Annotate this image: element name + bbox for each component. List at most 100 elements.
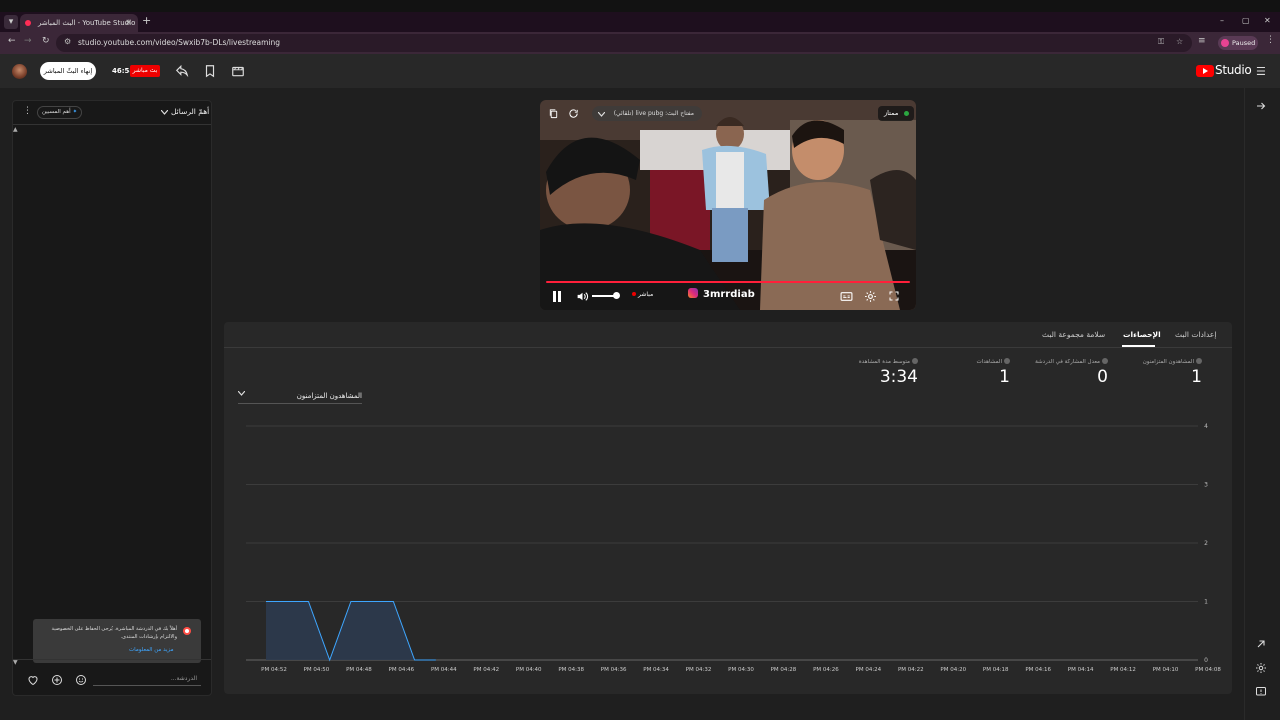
x-tick-label: PM 04:42	[473, 667, 499, 673]
volume-slider-handle[interactable]	[613, 292, 620, 299]
password-key-icon[interactable]: ⚿	[1158, 37, 1164, 47]
share-icon[interactable]	[175, 64, 189, 78]
tab-stream-health[interactable]: سلامة مجموعة البث	[1042, 330, 1105, 339]
stream-preview-player[interactable]: مفتاح البث: live pubg (تلقائي) ممتاز مبا…	[540, 100, 916, 310]
reload-icon[interactable]: ↻	[42, 36, 50, 46]
x-tick-label: PM 04:44	[431, 667, 457, 673]
x-tick-label: PM 04:18	[983, 667, 1009, 673]
metric-label: معدل المشاركة في الدردشة	[1035, 359, 1100, 365]
settings-gear-icon[interactable]	[1255, 662, 1267, 674]
metric-chat-rate: معدل المشاركة في الدردشة 0	[1035, 358, 1108, 387]
stream-key-text: مفتاح البث: live pubg (تلقائي)	[613, 110, 694, 117]
x-tick-label: PM 04:16	[1025, 667, 1051, 673]
analytics-tabs: إعدادات البث الإحصاءات سلامة مجموعة البث	[224, 322, 1232, 348]
clapper-icon[interactable]	[231, 64, 245, 78]
add-circle-icon[interactable]	[51, 674, 63, 686]
captions-icon[interactable]	[840, 290, 853, 303]
feedback-icon[interactable]	[1255, 686, 1267, 698]
pop-out-arrow-icon[interactable]	[1255, 638, 1267, 650]
chevron-down-icon[interactable]	[161, 110, 168, 115]
tab-close-icon[interactable]: ✕	[125, 14, 132, 32]
heart-icon[interactable]	[27, 674, 39, 686]
metric-concurrent-viewers: المشاهدون المتزامنون 1	[1143, 358, 1202, 387]
volume-icon[interactable]	[576, 290, 589, 303]
new-tab-button[interactable]: +	[142, 14, 151, 27]
chat-mode-title[interactable]: أهمّ الرسائل	[171, 107, 209, 116]
learn-more-link[interactable]: مزيد من المعلومات	[129, 647, 174, 653]
menu-hamburger-icon[interactable]: ☰	[1256, 65, 1266, 78]
x-tick-label: PM 04:48	[346, 667, 372, 673]
end-stream-button[interactable]: إنهاء البثّ المباشر	[40, 62, 96, 80]
player-top-bar: مفتاح البث: live pubg (تلقائي) ممتاز	[548, 106, 914, 122]
x-tick-label: PM 04:38	[558, 667, 584, 673]
active-tab-indicator	[1122, 345, 1155, 347]
x-tick-label: PM 04:10	[1153, 667, 1179, 673]
live-indicator: مباشر	[632, 291, 653, 298]
logo-text: Studio	[1215, 63, 1252, 77]
live-chat-panel: ⋮ أهم المسبين ✦ أهمّ الرسائل ▲ أهلاً بك ف…	[12, 100, 212, 696]
tab-search-button[interactable]: ▾	[4, 15, 18, 29]
chat-more-icon[interactable]: ⋮	[23, 106, 32, 116]
metric-avg-watch-time: متوسط مدة المشاهدة 3:34	[859, 358, 918, 387]
y-tick-label: 2	[1204, 540, 1208, 547]
site-info-icon[interactable]: ⚙	[64, 37, 71, 46]
metric-value: 3:34	[879, 367, 918, 387]
help-icon[interactable]	[1196, 358, 1202, 364]
x-tick-label: PM 04:32	[686, 667, 712, 673]
studio-header: إنهاء البثّ المباشر 46:58 بث مباشر Studi…	[0, 54, 1280, 88]
browser-window: ▾ البث المباشر - YouTube Studio ✕ + – ▢ …	[0, 0, 1280, 720]
close-window-button[interactable]: ✕	[1264, 16, 1271, 25]
back-arrow-icon[interactable]: ←	[8, 36, 16, 46]
copy-icon[interactable]	[548, 108, 559, 119]
chart-metric-label: المشاهدون المتزامنون	[296, 392, 362, 400]
profile-status: Paused	[1232, 39, 1256, 47]
address-bar[interactable]: ⚙ studio.youtube.com/video/Swxib7b-DLs/l…	[56, 34, 1192, 52]
viewers-area	[266, 601, 436, 660]
tab-title: البث المباشر - YouTube Studio	[38, 19, 136, 27]
x-tick-label: PM 04:14	[1068, 667, 1094, 673]
browser-tab-active[interactable]: البث المباشر - YouTube Studio ✕	[20, 14, 138, 32]
emoji-icon[interactable]	[75, 674, 87, 686]
live-progress-bar[interactable]	[546, 281, 910, 283]
pause-icon[interactable]	[552, 291, 562, 302]
tab-analytics[interactable]: الإحصاءات	[1123, 330, 1161, 339]
y-tick-label: 3	[1204, 482, 1208, 489]
bookmark-star-icon[interactable]: ☆	[1176, 37, 1183, 46]
chart-metric-dropdown[interactable]: المشاهدون المتزامنون	[238, 390, 362, 404]
arrow-right-icon[interactable]	[1255, 100, 1267, 112]
live-badge: بث مباشر	[130, 65, 160, 77]
x-tick-label: PM 04:34	[643, 667, 669, 673]
bookmark-icon[interactable]	[203, 64, 217, 78]
maximize-button[interactable]: ▢	[1242, 16, 1250, 25]
x-tick-label: PM 04:26	[813, 667, 839, 673]
stream-health-text: ممتاز	[884, 109, 899, 117]
browser-menu-icon[interactable]: ⋮	[1266, 35, 1275, 45]
refresh-icon[interactable]	[568, 108, 579, 119]
minimize-button[interactable]: –	[1220, 16, 1224, 25]
top-chatters-chip[interactable]: أهم المسبين ✦	[37, 106, 83, 119]
metric-label: المشاهدات	[976, 359, 1002, 365]
fullscreen-icon[interactable]	[888, 290, 900, 302]
right-rail	[1244, 88, 1280, 720]
media-control-icon[interactable]: ≡	[1198, 36, 1206, 46]
forward-arrow-icon[interactable]: →	[24, 36, 32, 46]
help-icon[interactable]	[912, 358, 918, 364]
y-tick-label: 4	[1204, 423, 1208, 430]
x-tick-label: PM 04:22	[898, 667, 924, 673]
metric-views: المشاهدات 1	[977, 358, 1010, 387]
x-tick-label: PM 04:46	[389, 667, 415, 673]
youtube-favicon-icon	[25, 20, 31, 26]
stream-health-badge: ممتاز	[878, 106, 914, 121]
chat-message-input[interactable]: الدردشة...	[93, 672, 201, 686]
profile-paused-chip[interactable]: Paused	[1218, 36, 1258, 50]
help-icon[interactable]	[1102, 358, 1108, 364]
chevron-down-icon	[598, 112, 605, 117]
scroll-up-arrow-icon[interactable]: ▲	[13, 126, 18, 133]
url-text: studio.youtube.com/video/Swxib7b-DLs/liv…	[78, 38, 280, 47]
settings-gear-icon[interactable]	[864, 290, 877, 303]
stream-key-selector[interactable]: مفتاح البث: live pubg (تلقائي)	[592, 106, 702, 121]
help-icon[interactable]	[1004, 358, 1010, 364]
x-tick-label: PM 04:08	[1195, 667, 1221, 673]
tab-stream-settings[interactable]: إعدادات البث	[1175, 330, 1216, 339]
account-avatar[interactable]	[12, 64, 27, 79]
